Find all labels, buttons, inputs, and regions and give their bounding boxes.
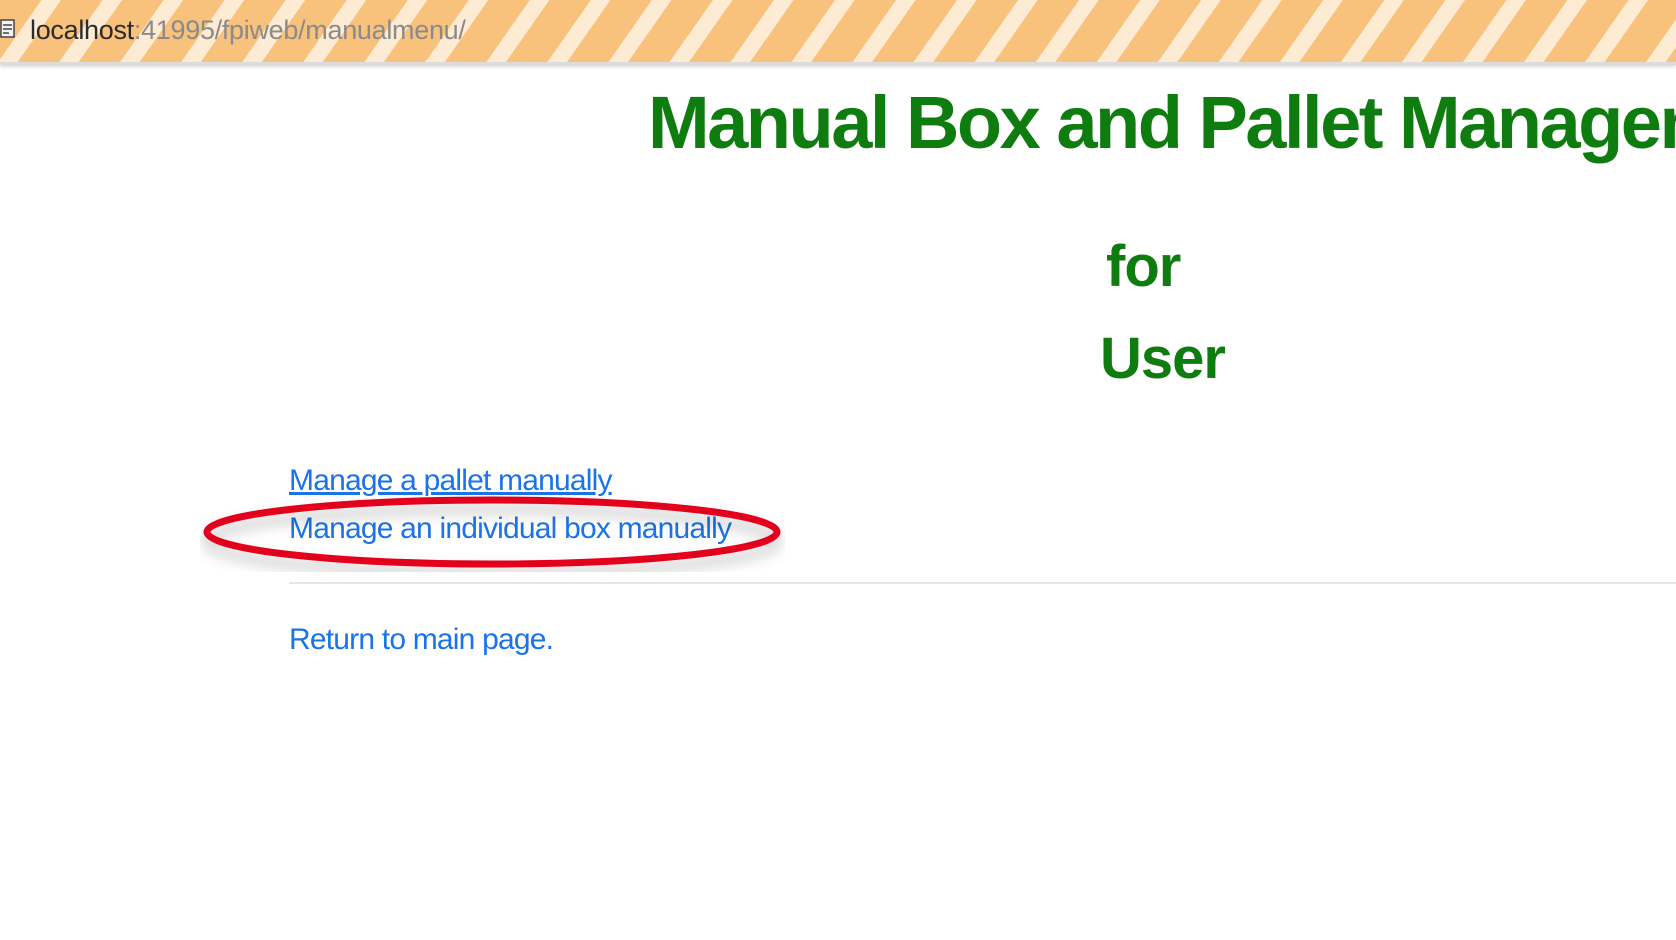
url-path: :41995/fpiweb/manualmenu/ [133,15,466,45]
subtitle-user: User [1100,326,1226,391]
url-text[interactable]: localhost:41995/fpiweb/manualmenu/ [30,15,466,45]
address-bar[interactable]: localhost:41995/fpiweb/manualmenu/ [0,0,1676,65]
page: localhost:41995/fpiweb/manualmenu/ Manua… [0,0,1676,940]
return-main-link[interactable]: Return to main page. [289,622,554,658]
manage-box-link[interactable]: Manage an individual box manually [289,511,732,547]
page-title: Manual Box and Pallet Management [648,81,1676,164]
subtitle-for: for [1106,234,1181,299]
divider [289,582,1676,584]
manage-pallet-link[interactable]: Manage a pallet manually [289,463,612,499]
url-host: localhost [30,15,134,45]
page-icon [0,18,16,40]
